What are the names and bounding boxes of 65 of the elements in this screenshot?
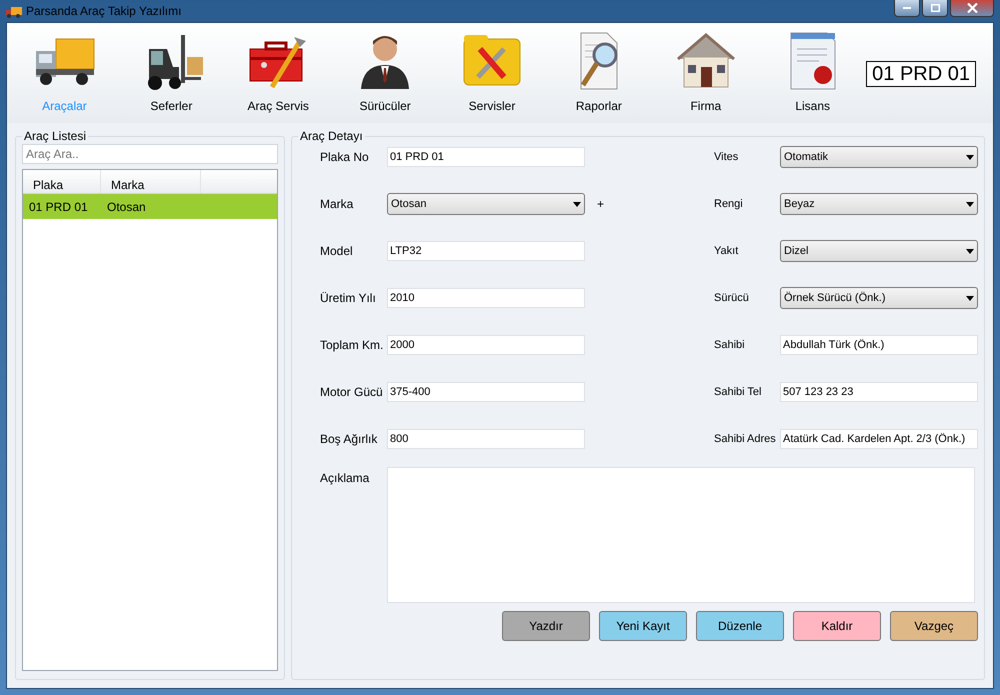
dropdown[interactable]: Dizel (780, 240, 978, 262)
table-cell-text: Otosan (106, 198, 147, 216)
close-button[interactable] (950, 0, 994, 17)
close-icon (966, 3, 978, 13)
dropdown[interactable]: Otomatik (780, 146, 978, 168)
input-field[interactable]: Abdullah Türk (Önk.) (780, 335, 978, 355)
action-button[interactable]: Kaldır (793, 611, 881, 641)
plate-number-display: 01 PRD 01 (866, 61, 976, 87)
toolbar-button[interactable]: Seferler (118, 29, 225, 115)
input-field[interactable]: LTP32 (387, 241, 585, 261)
toolbar-button[interactable]: Araç Servis (224, 29, 332, 115)
field-label: Sahibi (714, 338, 746, 353)
input-field[interactable]: 01 PRD 01 (387, 147, 585, 167)
toolbar-button[interactable]: Sürücüler (332, 29, 439, 115)
field-label: Sahibi Tel (714, 384, 762, 400)
panel-title: Araç Listesi (23, 129, 88, 143)
field-label: Sahibi Adres (714, 432, 777, 447)
table-row[interactable]: 01 PRD 01 Otosan (23, 194, 277, 219)
toolbar-button[interactable]: Servisler (438, 29, 546, 115)
input-field[interactable]: 800 (387, 429, 585, 449)
dropdown[interactable]: Örnek Sürücü (Önk.) (780, 287, 978, 309)
dropdown-arrow-icon (966, 296, 974, 300)
table-cell-text: 01 PRD 01 (28, 198, 89, 216)
maximize-button[interactable] (922, 0, 948, 17)
input-field[interactable]: 375-400 (387, 382, 585, 402)
field-label: Boş Ağırlık (320, 431, 378, 448)
field-label: Motor Gücü (320, 384, 384, 401)
field-label: Üretim Yılı (320, 290, 377, 307)
input-field[interactable]: 507 123 23 23 (780, 382, 978, 402)
truck-icon (6, 6, 22, 18)
field-label: Rengi (714, 196, 744, 212)
window-title: Parsanda Araç Takip Yazılımı (26, 3, 182, 20)
toolbar-button[interactable]: Raporlar (545, 29, 652, 115)
dropdown-arrow-icon (966, 154, 974, 160)
field-label: Vites (714, 150, 740, 165)
input-field[interactable]: 2010 (387, 288, 585, 308)
input-field[interactable]: 2000 (387, 335, 585, 355)
action-button[interactable]: Vazgeç (890, 611, 978, 641)
column-header[interactable]: Marka (101, 170, 201, 193)
field-label: Model (320, 243, 354, 260)
action-button[interactable]: Düzenle (696, 611, 784, 641)
minimize-icon (903, 7, 911, 9)
add-button[interactable]: + (597, 195, 604, 213)
dropdown[interactable]: Beyaz (780, 193, 978, 215)
dropdown[interactable]: Otosan (387, 193, 585, 215)
action-button[interactable]: Yazdır (502, 611, 590, 641)
field-label: Açıklama (320, 470, 370, 487)
field-label: Marka (320, 196, 354, 213)
maximize-icon (930, 4, 940, 12)
dropdown-arrow-icon (966, 202, 974, 206)
search-field[interactable]: Araç Ara.. (22, 144, 278, 164)
action-button[interactable]: Yeni Kayıt (599, 611, 687, 641)
column-header[interactable]: Plaka (23, 170, 101, 193)
dropdown-arrow-icon (573, 202, 581, 206)
toolbar-button[interactable]: Lisans (759, 29, 866, 115)
field-label: Plaka No (320, 149, 370, 166)
panel-title: Araç Detayı (299, 129, 364, 143)
field-label: Yakıt (714, 244, 740, 259)
description-field[interactable] (387, 467, 975, 603)
field-label: Sürücü (714, 290, 750, 306)
minimize-button[interactable] (894, 0, 920, 17)
input-field[interactable]: Atatürk Cad. Kardelen Apt. 2/3 (Önk.) (780, 429, 978, 449)
dropdown-arrow-icon (966, 248, 974, 254)
field-label: Toplam Km. (320, 337, 384, 354)
toolbar-button[interactable]: Firma (652, 29, 760, 115)
